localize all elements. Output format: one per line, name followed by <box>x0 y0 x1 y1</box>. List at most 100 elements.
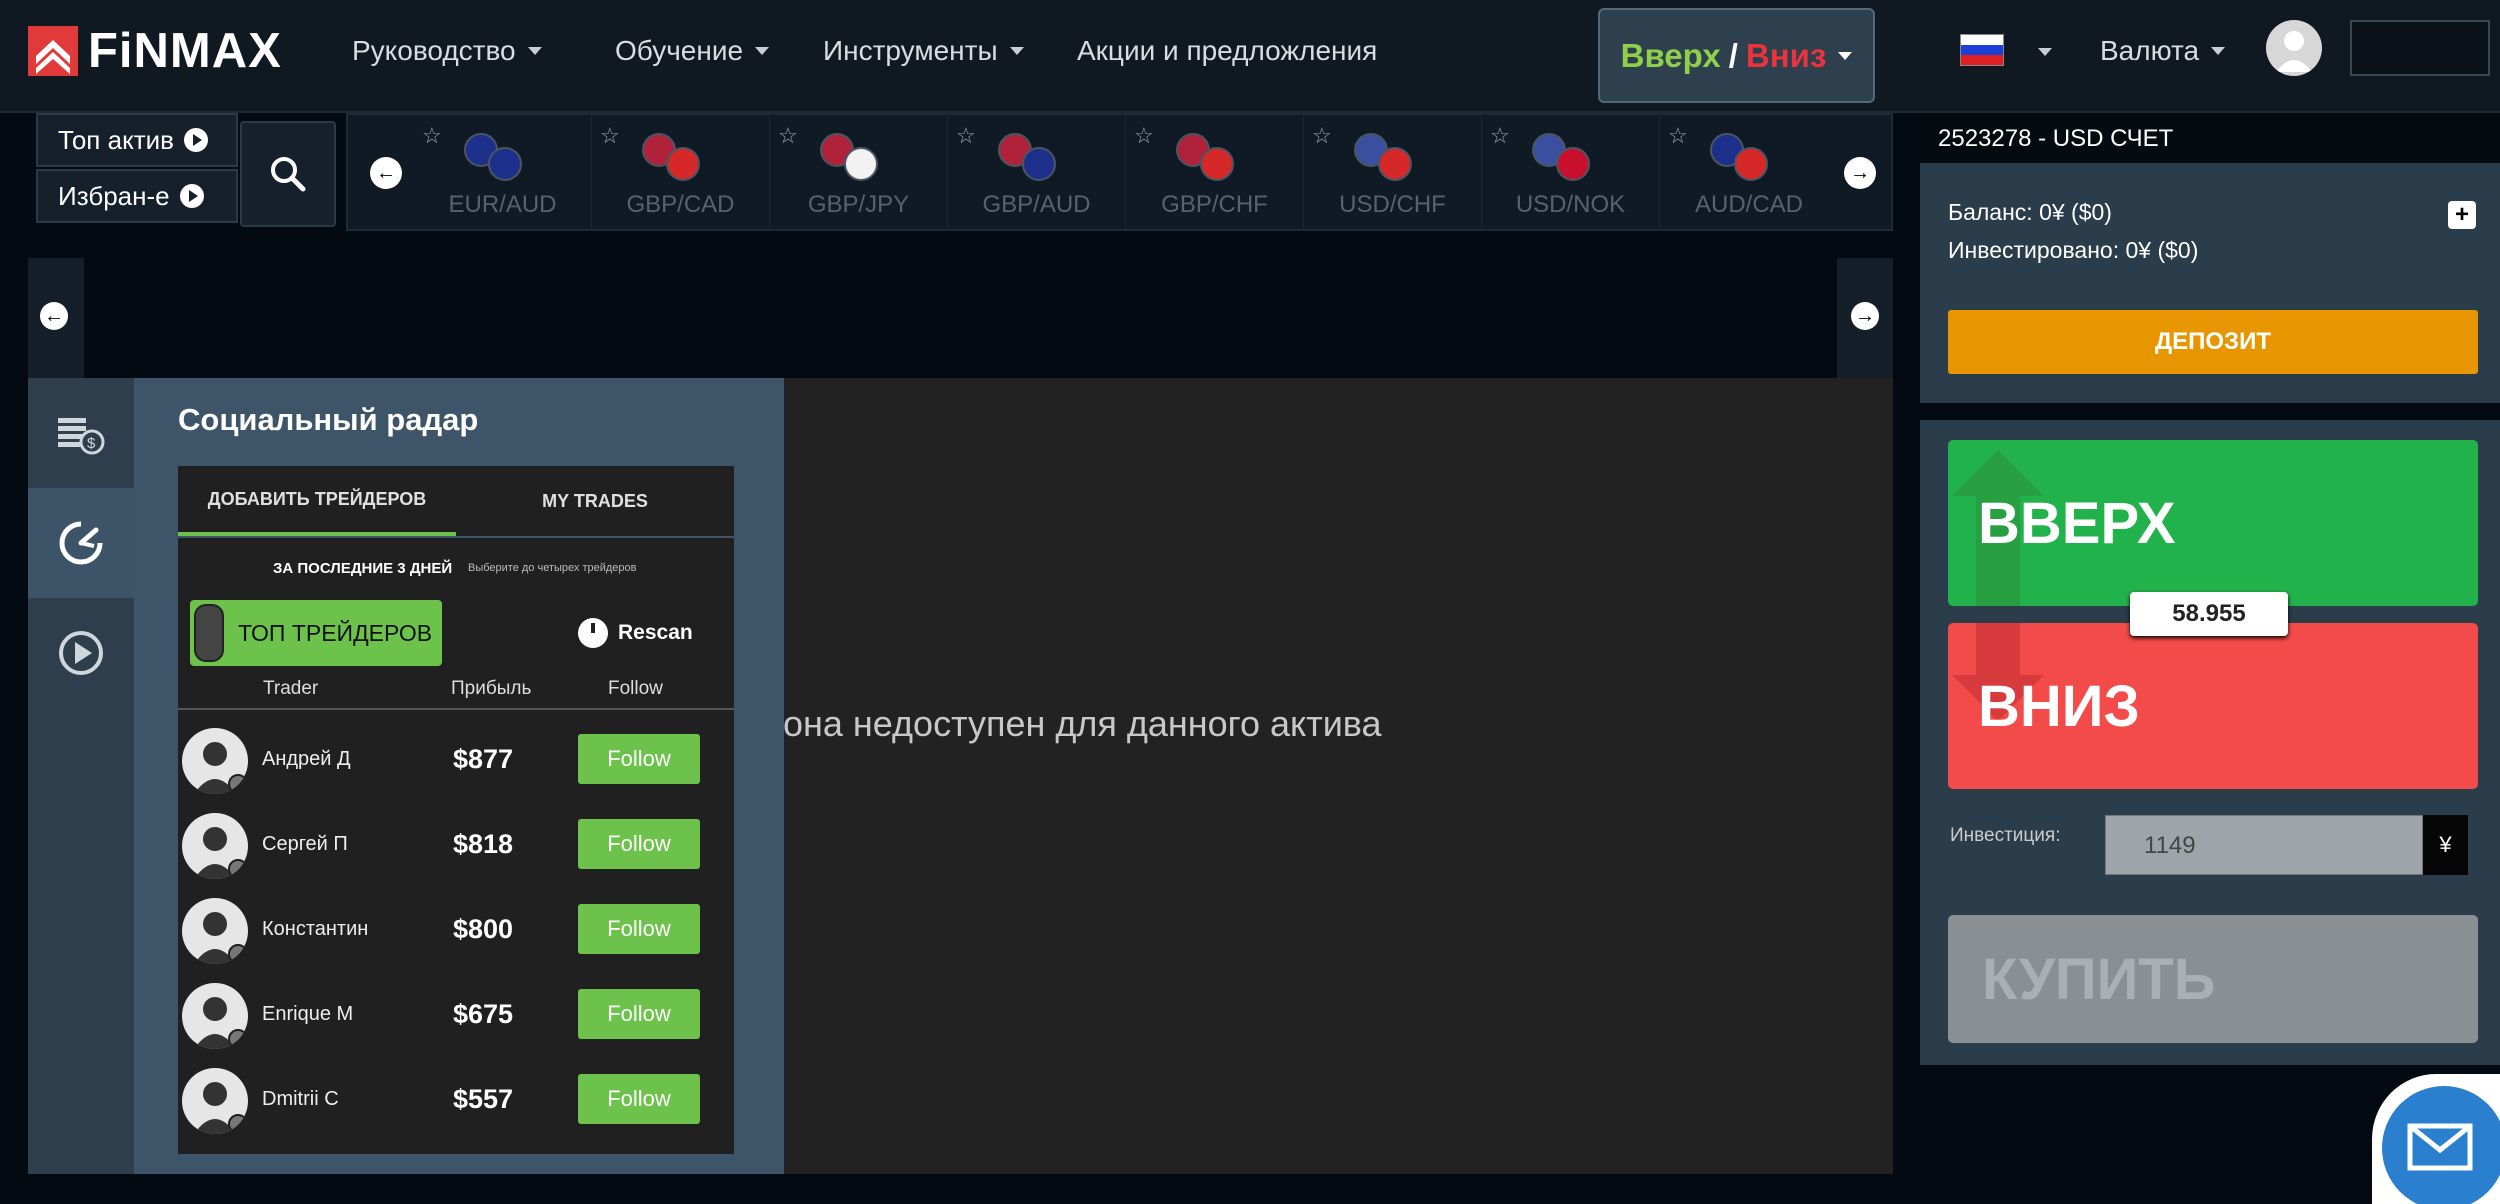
nav-promotions[interactable]: Акции и предложления <box>1077 30 1377 72</box>
pair-item[interactable]: ☆ GBP/AUD <box>948 115 1126 229</box>
logo-text: FiNMAX <box>88 24 282 78</box>
trader-avatar-icon <box>182 898 248 964</box>
put-down-button[interactable]: ВНИЗ <box>1948 623 2478 789</box>
follow-button[interactable]: Follow <box>578 1074 700 1124</box>
play-circle-icon <box>183 128 208 152</box>
star-icon[interactable]: ☆ <box>1134 123 1154 149</box>
chart-area: она недоступен для данного актива $ Соци… <box>28 378 1893 1174</box>
trader-avatar-icon <box>182 728 248 794</box>
chevron-down-icon <box>2211 47 2226 55</box>
logo-mark-icon <box>28 26 78 76</box>
rescan-button[interactable]: Rescan <box>578 618 693 648</box>
pair-label: USD/CHF <box>1339 191 1446 218</box>
buy-button[interactable]: КУПИТЬ <box>1948 915 2478 1043</box>
coins-dollar-icon[interactable]: $ <box>28 378 134 488</box>
star-icon[interactable]: ☆ <box>1668 123 1688 149</box>
account-select-box[interactable] <box>2350 20 2490 76</box>
carousel-prev-arrow-icon[interactable]: ← <box>370 157 402 189</box>
currency-pairs-carousel: ← ☆ EUR/AUD ☆ GBP/CAD ☆ GBP/JPY ☆ GBP/AUD ☆ G… <box>346 113 1893 231</box>
user-avatar-icon[interactable] <box>2266 20 2322 76</box>
top-traders-toggle[interactable]: ТОП ТРЕЙДЕРОВ <box>190 600 442 666</box>
trade-panel: ВВЕРХ ВНИЗ 58.955 Инвестиция: 1149 ¥ КУП… <box>1920 420 2500 1065</box>
tab-my-trades[interactable]: MY TRADES <box>456 466 734 536</box>
follow-button[interactable]: Follow <box>578 819 700 869</box>
trader-profit: $877 <box>453 744 514 774</box>
trader-row: Константин $800 Follow <box>178 890 734 975</box>
chart-toolbar-strip: ← → <box>28 258 1893 378</box>
pair-label: GBP/AUD <box>982 191 1091 218</box>
option-type-up: Вверх <box>1620 36 1721 74</box>
star-icon[interactable]: ☆ <box>422 123 442 149</box>
trader-avatar-icon <box>182 813 248 879</box>
pair-item[interactable]: ☆ GBP/JPY <box>770 115 948 229</box>
carousel-next-arrow-icon[interactable]: → <box>1844 157 1876 189</box>
currency-dropdown[interactable]: Валюта <box>2100 30 2226 72</box>
nav-tools[interactable]: Инструменты <box>823 30 1024 72</box>
radar-gauge-icon[interactable] <box>28 488 134 598</box>
top-assets-button[interactable]: Топ актив <box>36 113 238 167</box>
play-circle-icon[interactable] <box>28 598 134 708</box>
asset-search-button[interactable] <box>240 121 336 227</box>
nav-guide[interactable]: Руководство <box>352 30 542 72</box>
account-number: 2523278 - USD СЧЕТ <box>1920 113 2500 163</box>
pair-flags-icon <box>642 133 704 181</box>
option-type-down: Вниз <box>1745 36 1827 74</box>
pair-item[interactable]: ☆ USD/CHF <box>1304 115 1482 229</box>
star-icon[interactable]: ☆ <box>600 123 620 149</box>
star-icon[interactable]: ☆ <box>1490 123 1510 149</box>
chevron-down-icon <box>1838 51 1853 60</box>
pair-item[interactable]: ☆ AUD/CAD <box>1660 115 1838 229</box>
follow-button[interactable]: Follow <box>578 989 700 1039</box>
nav-learning[interactable]: Обучение <box>615 30 770 72</box>
follow-button[interactable]: Follow <box>578 904 700 954</box>
divider <box>178 708 734 710</box>
pair-flags-icon <box>820 133 882 181</box>
mail-icon <box>2382 1086 2500 1204</box>
investment-input[interactable]: 1149 <box>2105 815 2423 875</box>
chevron-down-icon <box>1009 47 1024 55</box>
star-icon[interactable]: ☆ <box>1312 123 1332 149</box>
star-icon[interactable]: ☆ <box>956 123 976 149</box>
strip-prev-arrow-icon[interactable]: ← <box>40 302 68 330</box>
pair-flags-icon <box>1532 133 1594 181</box>
pair-item[interactable]: ☆ GBP/CAD <box>592 115 770 229</box>
top-traders-label: ТОП ТРЕЙДЕРОВ <box>238 619 433 646</box>
nav-tools-label: Инструменты <box>823 35 998 66</box>
currency-label: Валюта <box>2100 35 2200 66</box>
pair-flags-icon <box>1176 133 1238 181</box>
balance-block: Баланс: 0¥ ($0) Инвестировано: 0¥ ($0) <box>1948 193 2198 269</box>
strip-next-arrow-icon[interactable]: → <box>1851 302 1879 330</box>
account-panel: 2523278 - USD СЧЕТ Баланс: 0¥ ($0) Инвес… <box>1920 113 2500 403</box>
follow-button[interactable]: Follow <box>578 734 700 784</box>
russia-flag-icon[interactable] <box>1960 34 2004 66</box>
plus-icon[interactable]: + <box>2448 201 2476 229</box>
pair-item[interactable]: ☆ GBP/CHF <box>1126 115 1304 229</box>
invested-text: Инвестировано: 0¥ ($0) <box>1948 237 2199 263</box>
nav-learning-label: Обучение <box>615 35 744 66</box>
trader-name: Enrique M <box>262 1003 354 1025</box>
deposit-button[interactable]: ДЕПОЗИТ <box>1948 310 2478 374</box>
call-up-button[interactable]: ВВЕРХ <box>1948 440 2478 606</box>
svg-text:$: $ <box>87 435 96 452</box>
tab-add-traders[interactable]: ДОБАВИТЬ ТРЕЙДЕРОВ <box>178 466 456 536</box>
asset-bar: Топ актив Избран-е ← ☆ EUR/AUD ☆ GBP/CAD ☆… <box>28 113 1893 231</box>
toggle-knob <box>194 604 224 662</box>
play-circle-icon <box>179 184 204 208</box>
favorites-button[interactable]: Избран-е <box>36 169 238 223</box>
pair-item[interactable]: ☆ EUR/AUD <box>414 115 592 229</box>
col-profit-header: Прибыль <box>451 678 532 699</box>
language-chevron-icon[interactable] <box>2038 48 2052 56</box>
social-radar-title: Социальный радар <box>178 402 479 437</box>
chevron-down-icon <box>527 47 542 55</box>
pair-item[interactable]: ☆ USD/NOK <box>1482 115 1660 229</box>
trader-profit: $800 <box>453 914 514 944</box>
finmax-logo[interactable]: FiNMAX <box>28 24 282 78</box>
contact-mail-button[interactable] <box>2372 1074 2500 1204</box>
pair-label: AUD/CAD <box>1694 191 1803 218</box>
option-type-dropdown[interactable]: Вверх / Вниз <box>1598 8 1875 103</box>
investment-currency: ¥ <box>2423 815 2468 875</box>
trader-row: Сергей П $818 Follow <box>178 805 734 890</box>
star-icon[interactable]: ☆ <box>778 123 798 149</box>
rescan-label: Rescan <box>618 621 693 644</box>
trader-profit: $557 <box>453 1084 514 1114</box>
